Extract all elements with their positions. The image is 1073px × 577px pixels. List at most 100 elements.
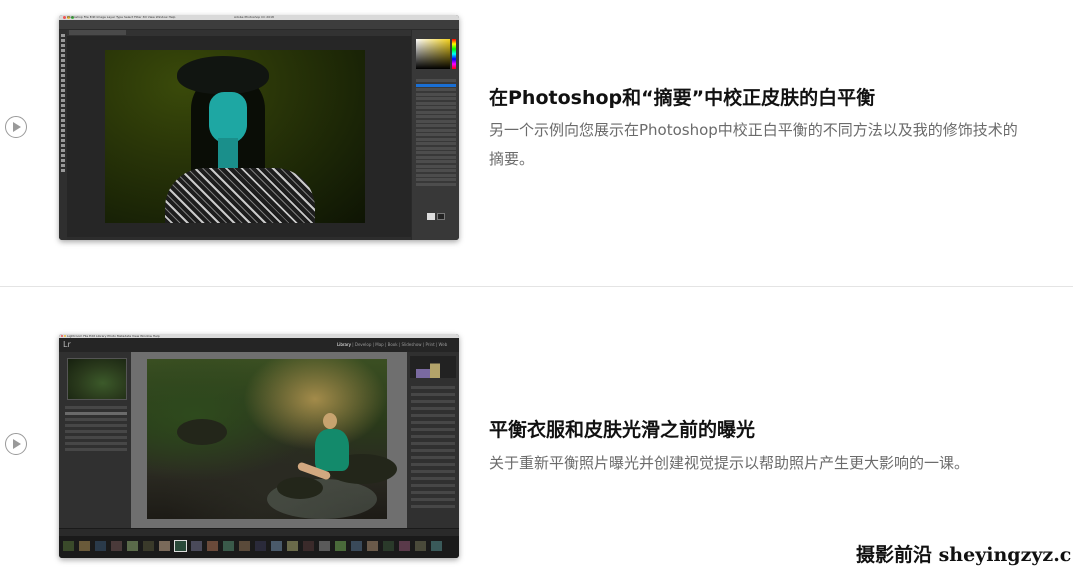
panel-list-item[interactable] xyxy=(416,164,456,168)
right-panel-row[interactable] xyxy=(411,470,455,473)
right-panel-row[interactable] xyxy=(411,477,455,480)
filmstrip-thumbnail[interactable] xyxy=(335,541,346,551)
tool-icon[interactable] xyxy=(61,99,65,102)
right-panel-row[interactable] xyxy=(411,456,455,459)
left-panel-row[interactable] xyxy=(65,442,127,445)
panel-list-item[interactable] xyxy=(416,133,456,136)
panel-list-item[interactable] xyxy=(416,83,456,87)
tool-icon[interactable] xyxy=(61,34,65,37)
filmstrip-thumbnail[interactable] xyxy=(191,541,202,551)
right-panel-row[interactable] xyxy=(411,400,455,403)
panel-list-item[interactable] xyxy=(416,124,456,127)
filmstrip-thumbnail[interactable] xyxy=(383,541,394,551)
filmstrip-thumbnail[interactable] xyxy=(111,541,122,551)
right-panel-row[interactable] xyxy=(411,498,455,501)
left-panel-row[interactable] xyxy=(65,418,127,421)
tool-icon[interactable] xyxy=(61,139,65,142)
tool-icon[interactable] xyxy=(61,149,65,152)
lesson-item[interactable]: Lightroom File Edit Library Photo Metada… xyxy=(0,287,1073,577)
tool-icon[interactable] xyxy=(61,59,65,62)
panel-list-item[interactable] xyxy=(416,88,456,91)
panel-list-item[interactable] xyxy=(416,101,456,105)
filmstrip-thumbnail[interactable] xyxy=(351,541,362,551)
filmstrip-thumbnail[interactable] xyxy=(415,541,426,551)
tool-icon[interactable] xyxy=(61,169,65,172)
tool-icon[interactable] xyxy=(61,119,65,122)
right-panel-row[interactable] xyxy=(411,449,455,452)
filmstrip-thumbnail[interactable] xyxy=(143,541,154,551)
panel-list-item[interactable] xyxy=(416,155,456,159)
tool-icon[interactable] xyxy=(61,154,65,157)
panel-list-item[interactable] xyxy=(416,137,456,141)
panel-list-item[interactable] xyxy=(416,160,456,163)
panel-list-item[interactable] xyxy=(416,151,456,154)
filmstrip-thumbnail[interactable] xyxy=(431,541,442,551)
panel-list-item[interactable] xyxy=(416,110,456,114)
tool-icon[interactable] xyxy=(61,79,65,82)
tool-icon[interactable] xyxy=(61,159,65,162)
lesson-title[interactable]: 在Photoshop和“摘要”中校正皮肤的白平衡 xyxy=(489,83,875,110)
right-panel-row[interactable] xyxy=(411,393,455,396)
filmstrip-thumbnail[interactable] xyxy=(63,541,74,551)
tool-icon[interactable] xyxy=(61,49,65,52)
filmstrip-thumbnail[interactable] xyxy=(159,541,170,551)
filmstrip-thumbnail[interactable] xyxy=(319,541,330,551)
right-panel-row[interactable] xyxy=(411,421,455,424)
tool-icon[interactable] xyxy=(61,39,65,42)
right-panel-row[interactable] xyxy=(411,491,455,494)
panel-list-item[interactable] xyxy=(416,173,456,177)
right-panel-row[interactable] xyxy=(411,505,455,508)
panel-list-item[interactable] xyxy=(416,119,456,123)
lesson-thumbnail[interactable]: Photoshop File Edit Image Layer Type Sel… xyxy=(59,15,459,240)
right-panel-row[interactable] xyxy=(411,414,455,417)
tool-icon[interactable] xyxy=(61,134,65,137)
filmstrip-thumbnail[interactable] xyxy=(287,541,298,551)
panel-list-item[interactable] xyxy=(416,106,456,109)
filmstrip-thumbnail[interactable] xyxy=(239,541,250,551)
filmstrip-thumbnail[interactable] xyxy=(367,541,378,551)
panel-list-item[interactable] xyxy=(416,146,456,150)
tool-icon[interactable] xyxy=(61,104,65,107)
right-panel-row[interactable] xyxy=(411,428,455,431)
filmstrip-thumbnail[interactable] xyxy=(207,541,218,551)
panel-list-item[interactable] xyxy=(416,128,456,132)
filmstrip-thumbnail[interactable] xyxy=(223,541,234,551)
left-panel-row[interactable] xyxy=(65,448,127,451)
panel-list-item[interactable] xyxy=(416,169,456,172)
right-panel-row[interactable] xyxy=(411,484,455,487)
right-panel-row[interactable] xyxy=(411,386,455,389)
panel-list-item[interactable] xyxy=(416,92,456,96)
right-panel-row[interactable] xyxy=(411,463,455,466)
tool-icon[interactable] xyxy=(61,109,65,112)
tool-icon[interactable] xyxy=(61,144,65,147)
filmstrip-thumbnail[interactable] xyxy=(399,541,410,551)
tool-icon[interactable] xyxy=(61,129,65,132)
right-panel-row[interactable] xyxy=(411,407,455,410)
left-panel-row[interactable] xyxy=(65,412,127,415)
tool-icon[interactable] xyxy=(61,74,65,77)
panel-list-item[interactable] xyxy=(416,142,456,145)
tool-icon[interactable] xyxy=(61,164,65,167)
tool-icon[interactable] xyxy=(61,64,65,67)
filmstrip-thumbnail[interactable] xyxy=(127,541,138,551)
panel-list-item[interactable] xyxy=(416,79,456,82)
panel-list-item[interactable] xyxy=(416,182,456,186)
tool-icon[interactable] xyxy=(61,69,65,72)
panel-list-item[interactable] xyxy=(416,115,456,118)
filmstrip-thumbnail[interactable] xyxy=(271,541,282,551)
tool-icon[interactable] xyxy=(61,124,65,127)
tool-icon[interactable] xyxy=(61,114,65,117)
lesson-thumbnail[interactable]: Lightroom File Edit Library Photo Metada… xyxy=(59,334,459,558)
tool-icon[interactable] xyxy=(61,44,65,47)
play-circle-icon[interactable] xyxy=(5,433,27,455)
left-panel-row[interactable] xyxy=(65,406,127,409)
lesson-title[interactable]: 平衡衣服和皮肤光滑之前的曝光 xyxy=(489,415,755,442)
tool-icon[interactable] xyxy=(61,84,65,87)
filmstrip-thumbnail[interactable] xyxy=(303,541,314,551)
left-panel-row[interactable] xyxy=(65,436,127,439)
panel-list-item[interactable] xyxy=(416,178,456,181)
tool-icon[interactable] xyxy=(61,54,65,57)
left-panel-row[interactable] xyxy=(65,424,127,427)
filmstrip-thumbnail[interactable] xyxy=(79,541,90,551)
filmstrip-thumbnail[interactable] xyxy=(95,541,106,551)
